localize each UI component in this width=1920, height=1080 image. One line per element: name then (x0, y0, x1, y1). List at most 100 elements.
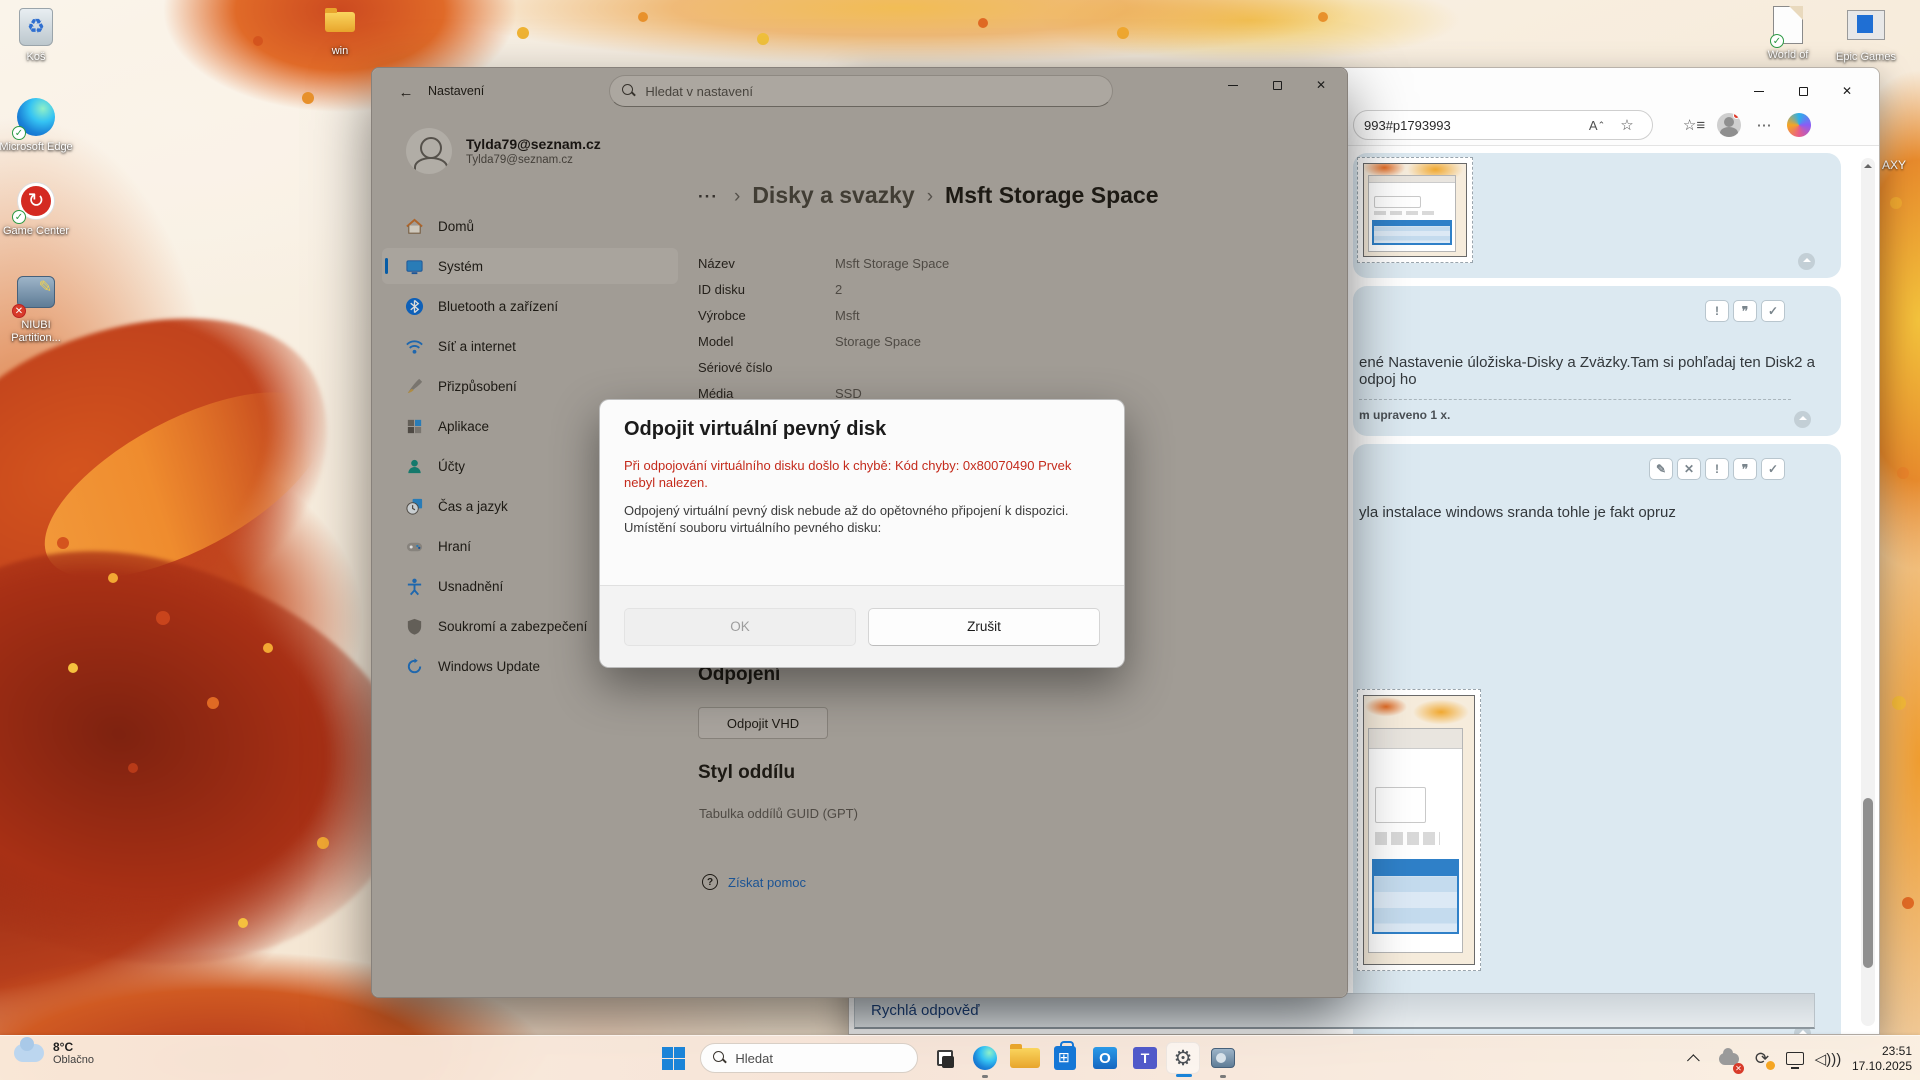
folder-icon (325, 12, 355, 32)
collapse-post-button[interactable] (1798, 253, 1815, 270)
recycle-bin-icon: ♻ (19, 8, 53, 46)
post-text: yla instalace windows sranda tohle je fa… (1359, 504, 1676, 521)
maximize-icon (1799, 87, 1808, 96)
active-indicator (1176, 1074, 1192, 1077)
copilot-icon[interactable] (1787, 113, 1811, 137)
taskbar-edge-button[interactable] (968, 1042, 1002, 1074)
speaker-icon: ◁))) (1815, 1050, 1842, 1068)
read-aloud-icon[interactable]: A⌃ (1582, 110, 1612, 140)
volume-tray-icon[interactable]: ◁))) (1815, 1046, 1841, 1072)
browser-scrollbar[interactable] (1861, 158, 1875, 1026)
taskbar-file-explorer-button[interactable] (1008, 1042, 1042, 1074)
desktop: AXY ♻ Koš ✓ Microsoft Edge ✓ Game Center… (0, 0, 1920, 1080)
attention-dot (1766, 1061, 1775, 1070)
taskbar-clock[interactable]: 23:51 17.10.2025 (1852, 1044, 1912, 1074)
post-screenshot-thumbnail[interactable] (1357, 157, 1473, 263)
search-icon (713, 1051, 725, 1065)
forum-post: ! ❞ ✓ ené Nastavenie úložiska-Disky a Zv… (1353, 286, 1841, 436)
taskbar-search-input[interactable] (735, 1051, 905, 1066)
system-tray: ✕ ⟳ ◁))) 23:51 17.10.2025 (1683, 1036, 1912, 1080)
dialog-body-text: Odpojený virtuální pevný disk nebude až … (624, 502, 1114, 519)
browser-menu-icon[interactable]: ⋯ (1749, 110, 1779, 140)
edge-icon (973, 1046, 997, 1070)
settings-window: ← Nastavení ✕ Tylda79@seznam.cz Tylda79@… (371, 67, 1348, 998)
browser-minimize-button[interactable] (1737, 76, 1781, 106)
approve-post-button[interactable]: ✓ (1761, 458, 1785, 480)
check-icon: ✓ (1768, 304, 1778, 318)
task-view-button[interactable] (928, 1042, 962, 1074)
quote-post-button[interactable]: ❞ (1733, 300, 1757, 322)
browser-close-button[interactable]: ✕ (1825, 76, 1869, 106)
minimize-icon (1754, 91, 1764, 92)
desktop-icon-label-fragment: AXY (1882, 158, 1906, 172)
quote-post-button[interactable]: ❞ (1733, 458, 1757, 480)
clock-date: 17.10.2025 (1852, 1059, 1912, 1074)
bookmark-star-icon[interactable]: ☆ (1612, 110, 1642, 140)
report-post-button[interactable]: ! (1705, 458, 1729, 480)
windows-logo-icon (674, 1059, 685, 1070)
windows-logo-icon (662, 1059, 673, 1070)
delete-post-button[interactable]: ✕ (1677, 458, 1701, 480)
update-sync-tray-icon[interactable]: ⟳ (1749, 1046, 1775, 1072)
taskbar-disk-tool-button[interactable] (1206, 1042, 1240, 1074)
quick-reply-bar[interactable]: Rychlá odpověď (854, 993, 1815, 1029)
niubi-partition-icon (17, 276, 55, 308)
shortcut-check-badge: ✓ (12, 126, 26, 140)
scroll-up-icon (1864, 164, 1872, 168)
onedrive-tray-icon[interactable]: ✕ (1716, 1046, 1742, 1072)
teams-icon: T (1133, 1047, 1157, 1069)
start-button[interactable] (662, 1047, 685, 1070)
running-indicator (1220, 1075, 1226, 1078)
weather-widget[interactable]: 8°C Oblačno (14, 1040, 94, 1066)
file-explorer-icon (1010, 1048, 1040, 1068)
desktop-icon-world-of[interactable]: ✓ World of (1750, 6, 1826, 62)
screenshot-image (1363, 163, 1467, 257)
windows-logo-icon (662, 1047, 673, 1058)
post-edited-note: m upraveno 1 x. (1359, 408, 1450, 422)
desktop-icon-epic-games[interactable]: Epic Games (1828, 6, 1904, 64)
windows-logo-icon (674, 1047, 685, 1058)
forum-post (1353, 153, 1841, 278)
edit-post-button[interactable]: ✎ (1649, 458, 1673, 480)
dialog-body-text: Umístění souboru virtuálního pevného dis… (624, 519, 1100, 536)
taskbar-store-button[interactable] (1048, 1042, 1082, 1074)
collapse-post-button[interactable] (1794, 411, 1811, 428)
disconnect-vhd-dialog: Odpojit virtuální pevný disk Při odpojov… (599, 399, 1125, 668)
taskbar-settings-button[interactable]: ⚙ (1166, 1042, 1200, 1074)
browser-address-bar[interactable]: 993#p1793993 A⌃ ☆ (1353, 110, 1653, 140)
post-screenshot-thumbnail[interactable] (1357, 689, 1481, 971)
browser-maximize-button[interactable] (1781, 76, 1825, 106)
report-post-button[interactable]: ! (1705, 300, 1729, 322)
disk-tool-icon (1211, 1048, 1235, 1068)
dialog-footer: OK Zrušit (600, 585, 1124, 667)
delete-icon: ✕ (1684, 462, 1694, 476)
desktop-icon-game-center[interactable]: ✓ Game Center (0, 182, 74, 238)
desktop-icon-edge[interactable]: ✓ Microsoft Edge (0, 98, 74, 154)
microsoft-store-icon (1054, 1046, 1076, 1070)
taskbar-outlook-button[interactable]: O (1088, 1042, 1122, 1074)
desktop-icon-niubi-partition[interactable]: ✕ NIUBI Partition... (0, 272, 74, 345)
tray-chevron-button[interactable] (1683, 1046, 1709, 1072)
cancel-button[interactable]: Zrušit (868, 608, 1100, 646)
network-tray-icon[interactable] (1782, 1046, 1808, 1072)
close-icon: ✕ (1842, 84, 1852, 98)
ok-button[interactable]: OK (624, 608, 856, 646)
report-icon: ! (1715, 462, 1719, 476)
approve-post-button[interactable]: ✓ (1761, 300, 1785, 322)
taskbar: 8°C Oblačno O T ⚙ ✕ ⟳ ◁))) 23:51 17.10.2… (0, 1035, 1920, 1080)
desktop-icon-win-folder[interactable]: win (302, 6, 378, 58)
error-badge: ✕ (12, 304, 26, 318)
taskbar-teams-button[interactable]: T (1128, 1042, 1162, 1074)
weather-temp: 8°C (53, 1040, 94, 1054)
browser-profile-avatar[interactable] (1717, 113, 1741, 137)
forum-post: ✎ ✕ ! ❞ ✓ yla instalace windows sranda t… (1353, 444, 1841, 1034)
favorites-list-icon[interactable]: ☆≡ (1679, 110, 1709, 140)
dialog-error-text: Při odpojování virtuálního disku došlo k… (624, 457, 1104, 491)
weather-condition: Oblačno (53, 1054, 94, 1066)
chevron-up-icon (1687, 1054, 1700, 1067)
desktop-icon-recycle-bin[interactable]: ♻ Koš (0, 8, 74, 64)
taskbar-search[interactable] (700, 1043, 918, 1073)
scrollbar-thumb[interactable] (1863, 798, 1873, 968)
post-text: ené Nastavenie úložiska-Disky a Zväzky.T… (1359, 354, 1841, 388)
pencil-icon: ✎ (1656, 462, 1666, 476)
